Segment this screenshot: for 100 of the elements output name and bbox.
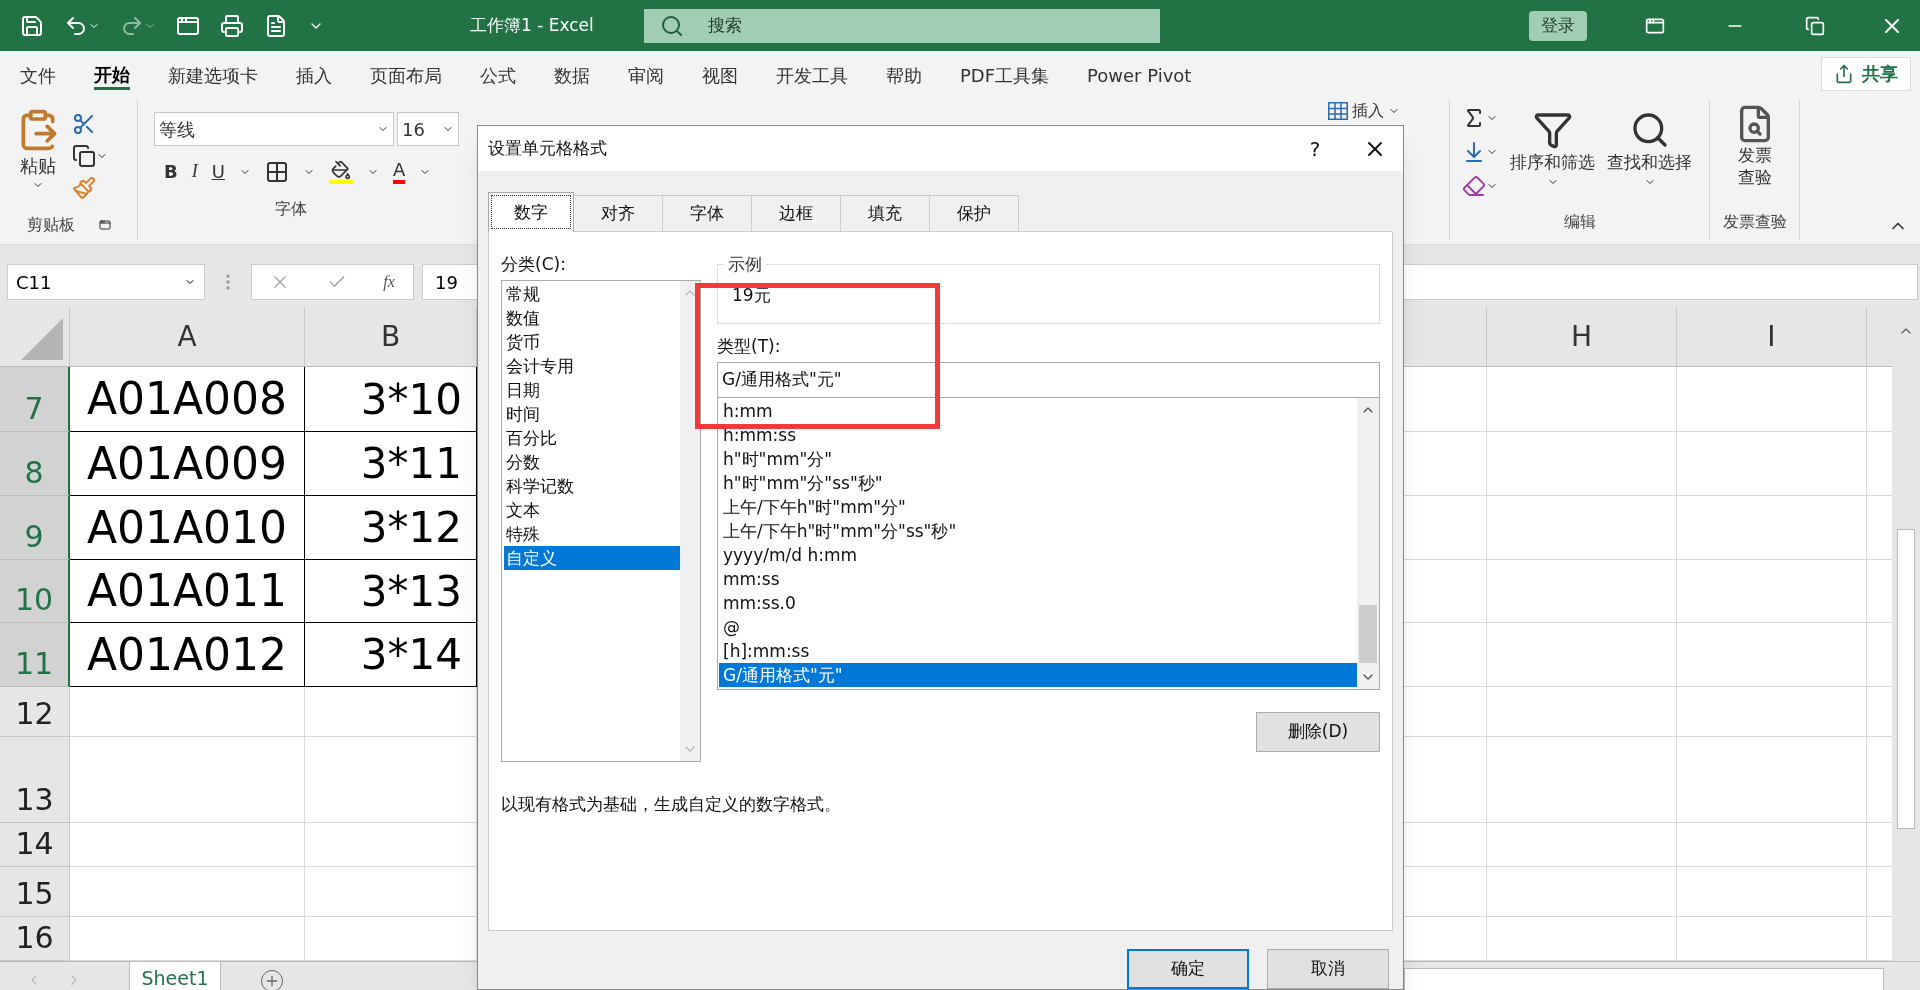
dialog-launcher-icon[interactable]: [98, 219, 111, 231]
empty-cell[interactable]: [1487, 867, 1677, 917]
empty-cell[interactable]: [1677, 823, 1867, 867]
italic-button[interactable]: I: [191, 158, 198, 185]
share-button[interactable]: 共享: [1821, 56, 1911, 91]
ribbon-tab[interactable]: 视图: [702, 57, 738, 90]
category-item[interactable]: 自定义: [504, 546, 680, 570]
format-item[interactable]: 上午/下午h"时"mm"分": [719, 495, 1357, 519]
ribbon-tab[interactable]: 开发工具: [776, 57, 848, 90]
format-item[interactable]: h"时"mm"分"ss"秒": [719, 471, 1357, 495]
format-item[interactable]: [h]:mm:ss: [719, 639, 1357, 663]
category-item[interactable]: 常规: [504, 282, 680, 306]
category-item[interactable]: 文本: [504, 498, 680, 522]
empty-cell[interactable]: [1677, 687, 1867, 737]
ribbon-tab[interactable]: 公式: [480, 57, 516, 90]
format-item[interactable]: h:mm:ss: [719, 423, 1357, 447]
row-header[interactable]: 8: [0, 432, 70, 496]
font-color-button[interactable]: A: [392, 159, 406, 184]
category-item[interactable]: 科学记数: [504, 474, 680, 498]
empty-cell[interactable]: [1677, 496, 1867, 560]
empty-cell[interactable]: [1487, 560, 1677, 623]
fill-color-icon[interactable]: [328, 159, 353, 184]
ribbon-tab[interactable]: PDF工具集: [960, 57, 1050, 90]
empty-cell[interactable]: [1487, 623, 1677, 687]
row-header[interactable]: 16: [0, 917, 70, 961]
category-item[interactable]: 会计专用: [504, 354, 680, 378]
format-item[interactable]: 上午/下午h"时"mm"分"ss"秒": [719, 519, 1357, 543]
format-item[interactable]: yyyy/m/d h:mm: [719, 543, 1357, 567]
invoice-check-button[interactable]: 发票 查验: [1710, 100, 1799, 210]
cancel-button[interactable]: 取消: [1267, 949, 1389, 989]
category-item[interactable]: 日期: [504, 378, 680, 402]
type-list[interactable]: h:mm h:mm:ss h"时"mm"分" h"时"mm"分"ss"秒" 上午/下午h"时"mm"分" 上午/下午h"时"mm"分"ss"秒" yyyy/m/d h:mm mm:ss mm:ss.0 @ [h]:mm:ss G/通用格式"元": [717, 398, 1380, 690]
format-item[interactable]: mm:ss.0: [719, 591, 1357, 615]
category-item[interactable]: 百分比: [504, 426, 680, 450]
search-field[interactable]: 搜索: [643, 8, 1160, 43]
ribbon-tab[interactable]: 新建选项卡: [168, 57, 258, 90]
category-item[interactable]: 数值: [504, 306, 680, 330]
ok-button[interactable]: 确定: [1127, 949, 1249, 989]
type-input[interactable]: G/通用格式"元": [717, 362, 1380, 398]
empty-cell[interactable]: [1487, 823, 1677, 867]
column-header[interactable]: H: [1487, 307, 1677, 366]
ribbon-tab[interactable]: 帮助: [886, 57, 922, 90]
sign-in-button[interactable]: 登录: [1529, 10, 1587, 41]
underline-button[interactable]: U: [211, 158, 225, 185]
ribbon-tab[interactable]: 开始: [94, 57, 130, 90]
format-painter-icon[interactable]: [72, 176, 96, 200]
category-item[interactable]: 货币: [504, 330, 680, 354]
scissors-icon[interactable]: [72, 112, 96, 136]
empty-cell[interactable]: [1677, 432, 1867, 496]
row-header[interactable]: 13: [0, 737, 70, 823]
empty-cell[interactable]: [1677, 367, 1867, 432]
ribbon-tab[interactable]: 页面布局: [370, 57, 442, 90]
format-item[interactable]: G/通用格式"元": [719, 663, 1357, 687]
ribbon-tab[interactable]: 审阅: [628, 57, 664, 90]
empty-cell[interactable]: [1677, 560, 1867, 623]
ribbon-tab[interactable]: 插入: [296, 57, 332, 90]
horizontal-scrollbar[interactable]: [1404, 968, 1884, 990]
delete-button[interactable]: 删除(D): [1256, 712, 1380, 752]
find-select-button[interactable]: 查找和选择: [1607, 106, 1692, 210]
font-name-field[interactable]: 等线: [154, 112, 394, 146]
insert-function-button[interactable]: fx: [383, 270, 395, 294]
font-size-field[interactable]: 16: [397, 112, 459, 146]
column-header[interactable]: I: [1677, 307, 1867, 366]
document-icon[interactable]: [264, 13, 288, 38]
sheet-tab[interactable]: Sheet1: [129, 962, 221, 990]
scrollbar-thumb[interactable]: [1897, 529, 1915, 829]
category-item[interactable]: 特殊: [504, 522, 680, 546]
restore-icon[interactable]: [1805, 15, 1825, 36]
empty-cell[interactable]: [1487, 432, 1677, 496]
format-item[interactable]: h"时"mm"分": [719, 447, 1357, 471]
ribbon-tab[interactable]: 数据: [554, 57, 590, 90]
empty-cell[interactable]: [1487, 687, 1677, 737]
empty-cell[interactable]: [1677, 737, 1867, 823]
empty-cell[interactable]: [1487, 367, 1677, 432]
format-item[interactable]: h:mm: [719, 399, 1357, 423]
empty-cell[interactable]: [1487, 737, 1677, 823]
row-header[interactable]: 14: [0, 823, 70, 867]
format-item[interactable]: mm:ss: [719, 567, 1357, 591]
copy-icon[interactable]: [72, 144, 96, 168]
row-header[interactable]: 11: [0, 623, 70, 687]
select-all-triangle-icon[interactable]: [21, 318, 63, 360]
eraser-icon[interactable]: [1462, 174, 1486, 198]
empty-cell[interactable]: [1487, 496, 1677, 560]
column-header[interactable]: A: [70, 307, 305, 366]
row-header[interactable]: 12: [0, 687, 70, 737]
empty-cell[interactable]: [1677, 867, 1867, 917]
paste-button[interactable]: 粘贴: [16, 108, 60, 210]
ribbon-tab[interactable]: 文件: [20, 57, 56, 90]
row-header[interactable]: 9: [0, 496, 70, 560]
category-item[interactable]: 时间: [504, 402, 680, 426]
category-item[interactable]: 分数: [504, 450, 680, 474]
border-icon[interactable]: [264, 159, 289, 184]
printer-icon[interactable]: [220, 13, 244, 38]
ribbon-tab[interactable]: Power Pivot: [1087, 57, 1192, 90]
category-list[interactable]: 常规 数值 货币 会计专用 日期 时间 百分比 分数 科学记数 文本 特殊 自定义: [501, 280, 701, 762]
name-box[interactable]: C11: [7, 264, 205, 300]
empty-cell[interactable]: [1677, 623, 1867, 687]
row-header[interactable]: 7: [0, 367, 70, 432]
sort-filter-button[interactable]: 排序和筛选: [1510, 106, 1595, 210]
bold-button[interactable]: B: [164, 158, 178, 185]
